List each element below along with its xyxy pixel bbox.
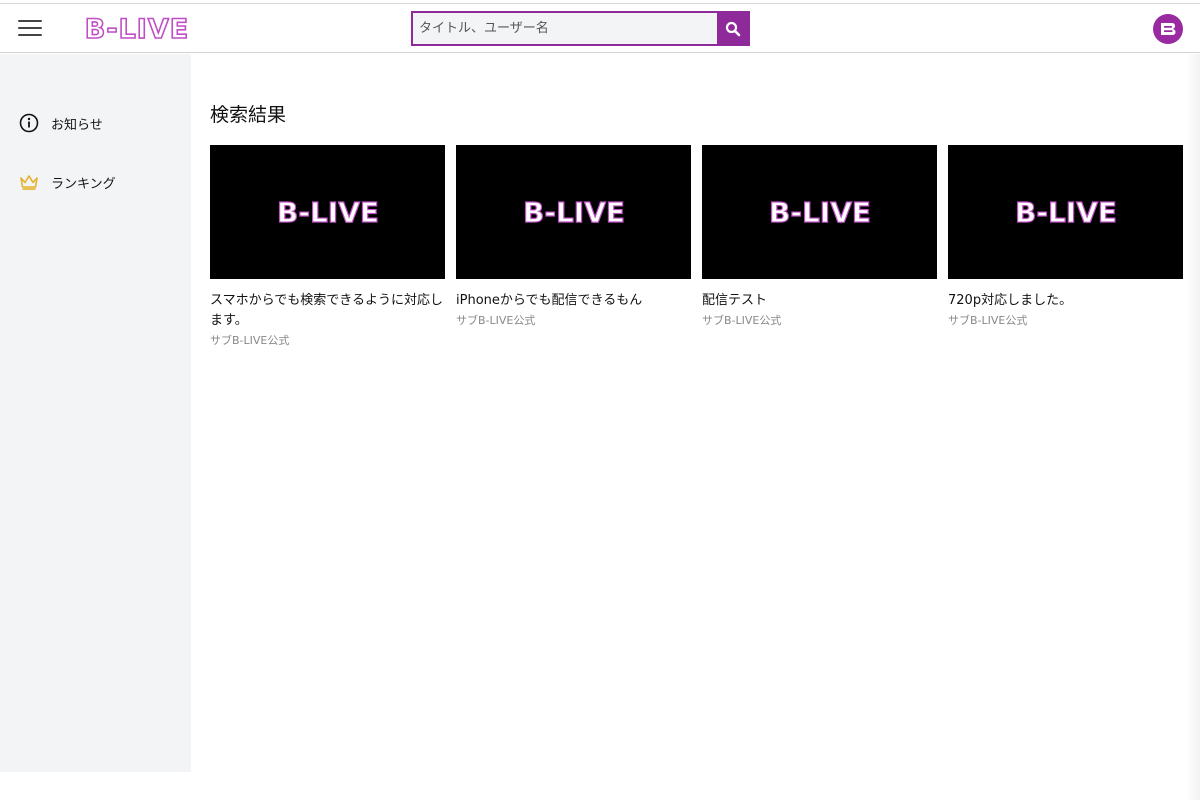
sidebar: お知らせ ランキング [0,54,191,772]
result-card[interactable]: B-LIVE スマホからでも検索できるように対応します。 サブB-LIVE公式 [210,145,445,348]
sidebar-item-label: お知らせ [51,117,103,133]
result-card[interactable]: B-LIVE 720p対応しました。 サブB-LIVE公式 [948,145,1183,328]
thumbnail-logo: B-LIVE [522,195,625,229]
result-card[interactable]: B-LIVE iPhoneからでも配信できるもん サブB-LIVE公式 [456,145,691,328]
thumbnail-logo: B-LIVE [1014,195,1117,229]
hamburger-icon [18,34,42,36]
hamburger-icon [18,27,42,29]
thumbnail-logo: B-LIVE [276,195,379,229]
thumbnail-logo-text: B-LIVE [768,196,870,229]
info-circle-icon [18,112,40,134]
result-title[interactable]: iPhoneからでも配信できるもん [456,291,691,311]
result-username[interactable]: サブB-LIVE公式 [948,312,1183,328]
scroll-shadow [1186,54,1200,800]
result-title[interactable]: 720p対応しました。 [948,291,1183,311]
result-username[interactable]: サブB-LIVE公式 [456,312,691,328]
video-thumbnail[interactable]: B-LIVE [456,145,691,279]
brand-logo[interactable]: B-LIVE [62,11,212,45]
video-thumbnail[interactable]: B-LIVE [210,145,445,279]
page-title: 検索結果 [210,104,287,126]
thumbnail-logo-text: B-LIVE [1014,196,1116,229]
thumbnail-logo: B-LIVE [768,195,871,229]
search-button[interactable] [717,13,748,44]
b-logo-icon [1161,23,1176,35]
result-username[interactable]: サブB-LIVE公式 [702,312,937,328]
user-avatar-button[interactable] [1153,14,1183,44]
thumbnail-logo-text: B-LIVE [276,196,378,229]
sidebar-item-ranking[interactable]: ランキング [18,169,116,195]
sidebar-item-label: ランキング [51,176,116,192]
hamburger-icon [18,20,42,22]
result-title[interactable]: スマホからでも検索できるように対応します。 [210,291,445,331]
search-input[interactable] [413,13,717,44]
result-username[interactable]: サブB-LIVE公式 [210,332,445,348]
result-card[interactable]: B-LIVE 配信テスト サブB-LIVE公式 [702,145,937,328]
result-title[interactable]: 配信テスト [702,291,937,311]
video-thumbnail[interactable]: B-LIVE [948,145,1183,279]
video-thumbnail[interactable]: B-LIVE [702,145,937,279]
magnifier-icon [725,21,740,36]
crown-icon [18,171,40,193]
hamburger-menu-button[interactable] [16,16,44,40]
logo-text: B-LIVE [85,14,189,45]
thumbnail-logo-text: B-LIVE [522,196,624,229]
search-box [411,11,750,46]
sidebar-item-news[interactable]: お知らせ [18,110,103,136]
header-bar: B-LIVE [0,4,1200,53]
